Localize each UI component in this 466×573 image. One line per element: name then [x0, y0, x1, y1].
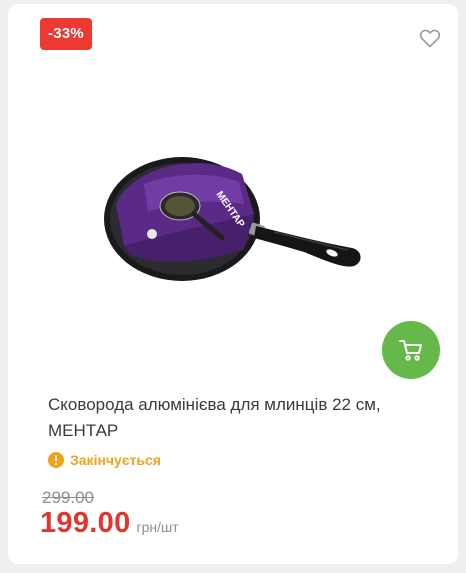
stock-status-label: Закінчується: [70, 452, 161, 468]
product-card[interactable]: -33% MEHTAP Сковорода алюмінієва для мли…: [8, 4, 458, 564]
product-image[interactable]: MEHTAP: [104, 154, 368, 284]
price-row: 199.00 грн/шт: [40, 507, 179, 540]
favorite-heart-icon[interactable]: [418, 26, 442, 50]
cart-icon: [399, 340, 422, 361]
current-price: 199.00: [40, 507, 131, 539]
warning-icon: [48, 452, 64, 468]
price-unit: грн/шт: [136, 519, 179, 535]
add-to-cart-button[interactable]: [382, 321, 440, 379]
product-title[interactable]: Сковорода алюмінієва для млинців 22 см, …: [48, 392, 438, 444]
discount-badge: -33%: [40, 18, 92, 50]
stock-status: Закінчується: [48, 452, 161, 468]
old-price: 299.00: [42, 488, 94, 507]
